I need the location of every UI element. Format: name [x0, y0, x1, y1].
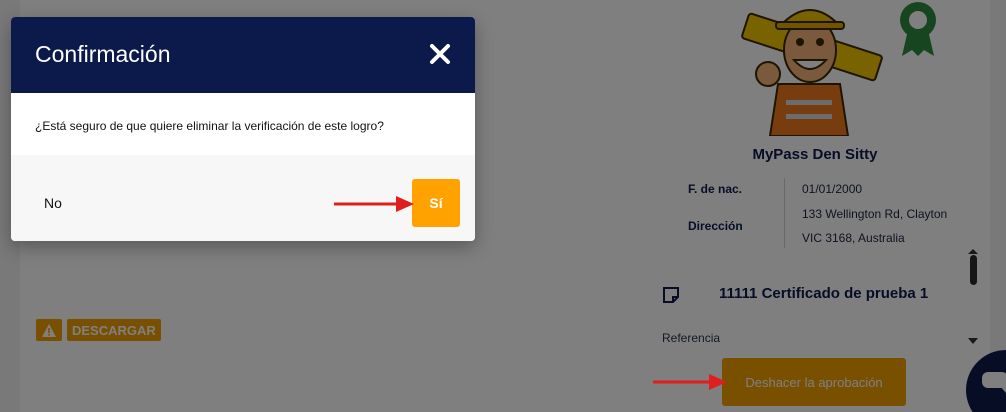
dialog-message: ¿Está seguro de que quiere eliminar la v… [35, 119, 384, 133]
annotation-arrow-yes [334, 196, 414, 212]
dialog-body: ¿Está seguro de que quiere eliminar la v… [11, 93, 475, 155]
no-button[interactable]: No [33, 193, 73, 213]
close-icon[interactable] [429, 43, 451, 65]
dialog-header: Confirmación [11, 17, 475, 93]
yes-button[interactable]: Sí [412, 179, 460, 227]
dialog-title: Confirmación [35, 41, 171, 67]
annotation-arrow-undo [653, 374, 727, 390]
